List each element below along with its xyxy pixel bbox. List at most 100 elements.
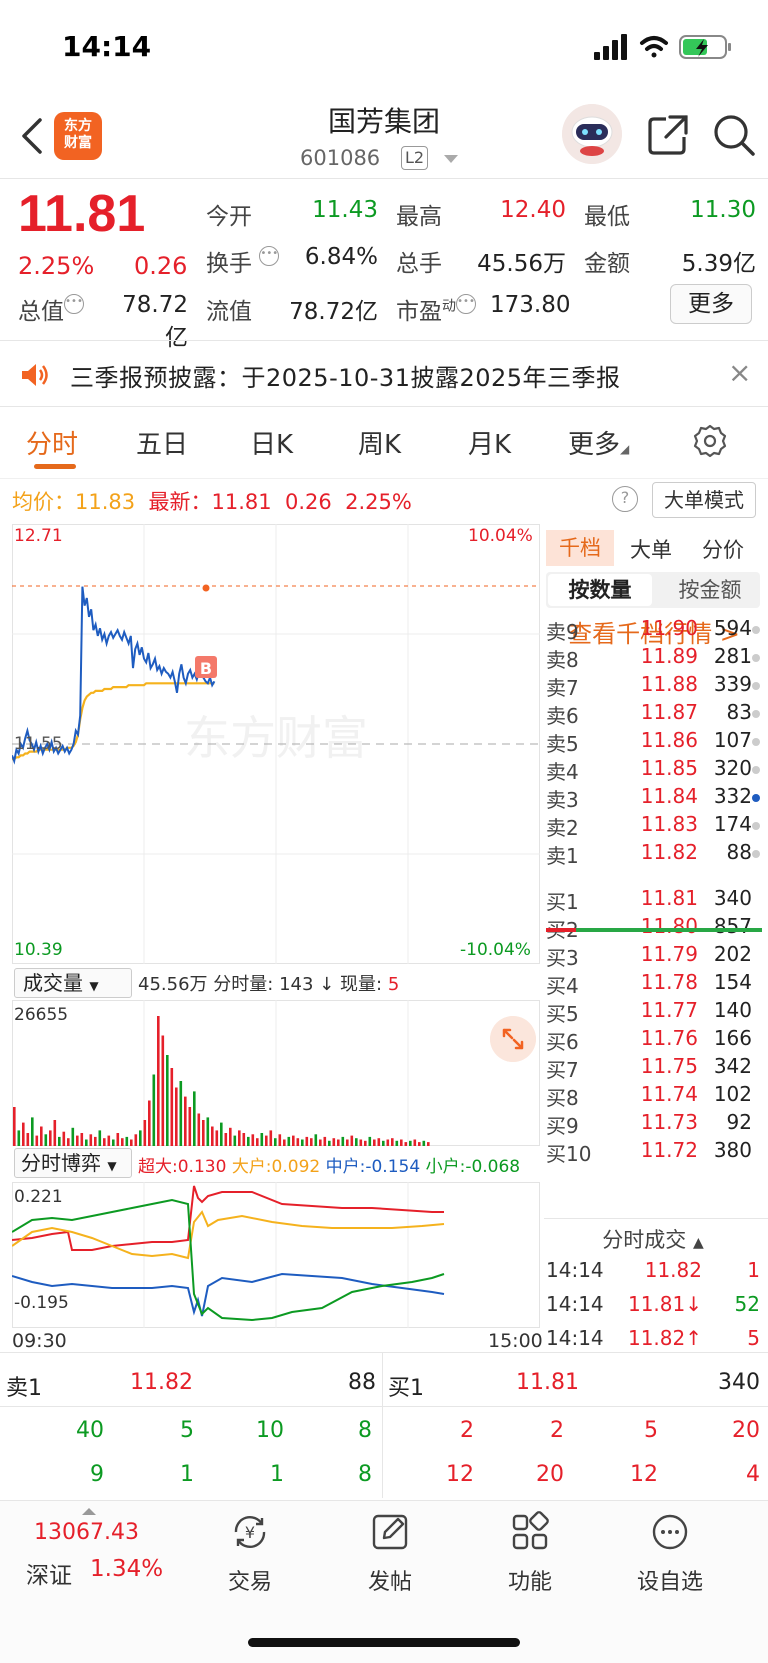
- info-dots-icon[interactable]: •••: [259, 246, 280, 266]
- chevron-up-icon[interactable]: [82, 1508, 96, 1515]
- share-icon[interactable]: [646, 113, 690, 157]
- asks-level-row[interactable]: 卖1 11.82 88: [546, 840, 760, 869]
- asks-level-volume: 339: [713, 672, 752, 696]
- order-detail-cell: 10: [256, 1418, 284, 1443]
- volume-bar: [94, 1136, 97, 1146]
- asks-level-row[interactable]: 卖3 11.84 332: [546, 784, 760, 813]
- money-flow-chart[interactable]: 0.221 -0.195: [12, 1182, 540, 1328]
- volume-bar: [283, 1139, 286, 1146]
- volume-bar: [337, 1139, 340, 1146]
- big-order-mode-button[interactable]: 大单模式: [652, 482, 756, 518]
- volume-bar: [22, 1122, 25, 1146]
- nav-add-watchlist[interactable]: 设自选: [620, 1510, 720, 1596]
- volume-bar: [170, 1068, 174, 1146]
- change-amount: 0.26: [134, 252, 188, 280]
- index-name[interactable]: 深证: [26, 1556, 72, 1590]
- volume-indicator-dropdown[interactable]: 成交量 ▼: [14, 968, 132, 998]
- order-detail-cell: 8: [358, 1418, 372, 1443]
- nav-post[interactable]: 发帖: [340, 1510, 440, 1596]
- tab-intraday[interactable]: 分时: [26, 424, 78, 461]
- asks-level-row[interactable]: 卖2 11.83 174: [546, 812, 760, 841]
- asks-level-row[interactable]: 卖8 11.89 281: [546, 644, 760, 673]
- asks-level-row[interactable]: 卖6 11.87 83: [546, 700, 760, 729]
- bids-level-label: 买7: [546, 1058, 579, 1082]
- tick-trades-title[interactable]: 分时成交 ▲: [546, 1224, 760, 1254]
- amount-value: 5.39亿: [681, 251, 756, 277]
- buy1-label: 买1: [388, 1376, 424, 1401]
- tab-weekly-k[interactable]: 周K: [358, 424, 401, 461]
- asks-level-row[interactable]: 卖4 11.85 320: [546, 756, 760, 785]
- close-icon[interactable]: ×: [728, 356, 751, 389]
- tab-more[interactable]: 更多◢: [568, 424, 629, 461]
- volume-bar: [328, 1140, 331, 1146]
- bids-level-row[interactable]: 买8 11.74 102: [546, 1082, 760, 1111]
- segment-by-quantity[interactable]: 按数量: [548, 574, 652, 606]
- tick-volume: 5: [747, 1326, 760, 1350]
- volume-bar: [139, 1130, 142, 1146]
- grid-icon: [512, 1511, 549, 1550]
- amount-label: 金额: [584, 251, 630, 277]
- volume-bar: [175, 1087, 178, 1146]
- volume-y-max: 26655: [14, 1005, 68, 1025]
- asks-level-row[interactable]: 卖9 11.90 594: [546, 616, 760, 645]
- robot-assistant-icon[interactable]: [562, 104, 622, 164]
- low-label: 最低: [584, 204, 630, 230]
- bids-level-row[interactable]: 买9 11.73 92: [546, 1110, 760, 1139]
- chevron-down-icon[interactable]: [444, 155, 458, 163]
- volume-bar: [355, 1138, 358, 1146]
- volume-bar: [373, 1139, 376, 1146]
- volume-bar: [364, 1140, 367, 1146]
- edit-icon: [372, 1514, 408, 1550]
- bids-level-row[interactable]: 买4 11.78 154: [546, 970, 760, 999]
- bids-level-row[interactable]: 买10 11.72 380: [546, 1138, 760, 1167]
- volume-bar: [85, 1139, 88, 1146]
- bids-level-row[interactable]: 买1 11.81 340: [546, 886, 760, 915]
- volume-bar: [184, 1096, 187, 1146]
- tab-order-depth[interactable]: 千档: [546, 530, 614, 566]
- segment-by-amount[interactable]: 按金额: [660, 574, 760, 606]
- tab-five-day[interactable]: 五日: [136, 424, 188, 461]
- index-change-percent[interactable]: 1.34%: [90, 1556, 163, 1582]
- bids-level-volume: 92: [726, 1110, 752, 1134]
- asks-level-price: 11.89: [640, 644, 698, 668]
- float-cap-label: 流值: [206, 299, 252, 325]
- bids-level-row[interactable]: 买6 11.76 166: [546, 1026, 760, 1055]
- bids-level-row[interactable]: 买7 11.75 342: [546, 1054, 760, 1083]
- nav-function[interactable]: 功能: [480, 1510, 580, 1596]
- tab-daily-k[interactable]: 日K: [250, 424, 293, 461]
- notice-text[interactable]: 三季报预披露：于2025-10-31披露2025年三季报: [70, 358, 621, 393]
- index-value[interactable]: 13067.43: [34, 1520, 139, 1545]
- gear-icon[interactable]: [692, 423, 728, 459]
- volume-bar: [215, 1130, 219, 1146]
- info-dots-icon[interactable]: •••: [64, 294, 84, 314]
- volume-bar: [314, 1134, 318, 1146]
- bids-level-volume: 380: [713, 1138, 752, 1162]
- bids-level-row[interactable]: 买5 11.77 140: [546, 998, 760, 1027]
- level2-badge[interactable]: L2: [401, 146, 429, 170]
- help-icon[interactable]: ?: [612, 486, 638, 512]
- asks-level-row[interactable]: 卖7 11.88 339: [546, 672, 760, 701]
- money-flow-info: 超大:0.130 大户:0.092 中户:-0.154 小户:-0.068: [138, 1157, 521, 1177]
- volume-bar: [35, 1135, 39, 1146]
- tab-monthly-k[interactable]: 月K: [468, 424, 511, 461]
- volume-info: 45.56万 分时量: 143 ↓ 现量: 5: [138, 974, 400, 995]
- volume-bar: [166, 1055, 169, 1146]
- volume-chart[interactable]: 26655: [12, 1000, 540, 1146]
- volume-bar: [427, 1142, 430, 1146]
- tab-big-order[interactable]: 大单: [630, 534, 672, 564]
- nav-trade[interactable]: ¥ 交易: [200, 1510, 300, 1596]
- search-icon[interactable]: [712, 113, 756, 157]
- money-flow-dropdown[interactable]: 分时博弈 ▼: [14, 1148, 132, 1178]
- order-detail-cell: 40: [76, 1418, 104, 1443]
- more-quote-button[interactable]: 更多: [670, 284, 752, 324]
- volume-bar: [188, 1107, 192, 1146]
- bids-level-label: 买8: [546, 1086, 579, 1110]
- bids-level-row[interactable]: 买3 11.79 202: [546, 942, 760, 971]
- asks-level-label: 卖2: [546, 816, 579, 840]
- asks-level-row[interactable]: 卖5 11.86 107: [546, 728, 760, 757]
- intraday-chart[interactable]: 东方财富 B: [12, 524, 540, 964]
- asks-level-label: 卖3: [546, 788, 579, 812]
- expand-icon[interactable]: [490, 1016, 536, 1062]
- info-dots-icon[interactable]: •••: [456, 294, 476, 314]
- tab-price-distribution[interactable]: 分价: [702, 534, 744, 564]
